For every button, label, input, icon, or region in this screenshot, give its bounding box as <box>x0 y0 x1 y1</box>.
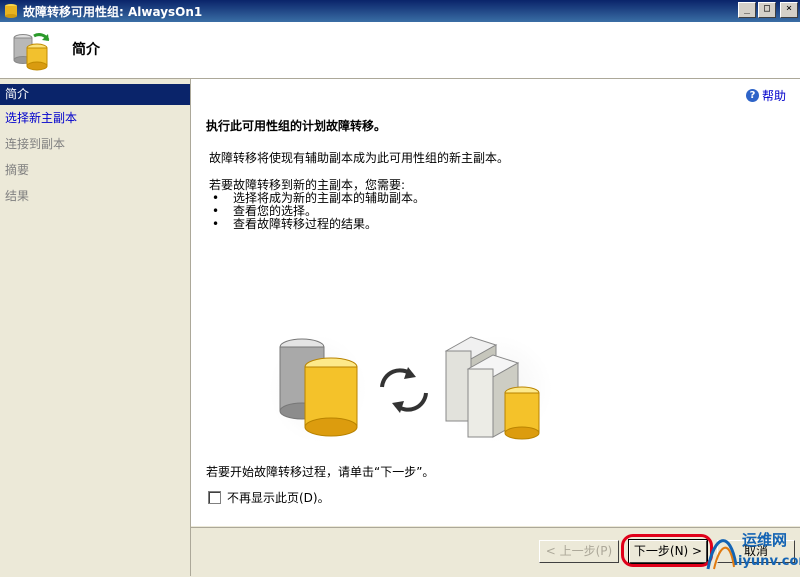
wizard-content: ? 帮助 执行此可用性组的计划故障转移。 故障转移将使现有辅助副本成为此可用性组… <box>191 79 800 526</box>
content-heading: 执行此可用性组的计划故障转移。 <box>206 119 387 133</box>
wizard-header: 简介 <box>0 22 800 79</box>
help-icon: ? <box>745 89 759 102</box>
help-link[interactable]: ? 帮助 <box>745 87 786 104</box>
window-controls: _ □ × <box>738 2 798 18</box>
title-bar: 故障转移可用性组: AlwaysOn1 _ □ × <box>0 0 800 22</box>
page-title: 简介 <box>72 42 100 58</box>
window-title: 故障转移可用性组: AlwaysOn1 <box>23 4 203 19</box>
wizard-nav: 简介 选择新主副本 连接到副本 摘要 结果 <box>0 79 191 576</box>
watermark-brand: 运维网 <box>742 531 788 549</box>
help-label: 帮助 <box>761 89 786 103</box>
start-instruction: 若要开始故障转移过程，请单击“下一步”。 <box>206 465 435 479</box>
previous-button[interactable]: < 上一步(P) <box>539 540 619 563</box>
nav-item-select-new-primary[interactable]: 选择新主副本 <box>0 105 190 131</box>
watermark-url: iyunv.com <box>738 554 800 569</box>
server-icon <box>444 336 540 440</box>
dont-show-again-label: 不再显示此页(D)。 <box>227 491 330 505</box>
maximize-button[interactable]: □ <box>758 2 776 18</box>
dont-show-again-row[interactable]: 不再显示此页(D)。 <box>208 489 330 506</box>
dont-show-again-checkbox[interactable] <box>208 491 221 504</box>
requirements-list: 选择将成为新的主副本的辅助副本。 查看您的选择。 查看故障转移过程的结果。 <box>209 192 425 232</box>
content-description: 故障转移将使现有辅助副本成为此可用性组的新主副本。 <box>209 151 510 165</box>
nav-item-summary: 摘要 <box>5 163 30 177</box>
minimize-button[interactable]: _ <box>738 2 756 18</box>
close-button[interactable]: × <box>780 2 798 18</box>
database-icon <box>279 338 358 437</box>
nav-item-connect-replicas: 连接到副本 <box>5 137 66 151</box>
failover-illustration <box>279 336 540 440</box>
list-item: 查看故障转移过程的结果。 <box>209 218 425 232</box>
database-icon <box>5 4 17 18</box>
sync-arrows-icon <box>380 367 428 413</box>
next-button[interactable]: 下一步(N) > <box>628 539 708 564</box>
failover-database-icon <box>13 33 50 71</box>
nav-item-results: 结果 <box>5 189 30 203</box>
nav-item-introduction[interactable]: 简介 <box>0 84 190 105</box>
